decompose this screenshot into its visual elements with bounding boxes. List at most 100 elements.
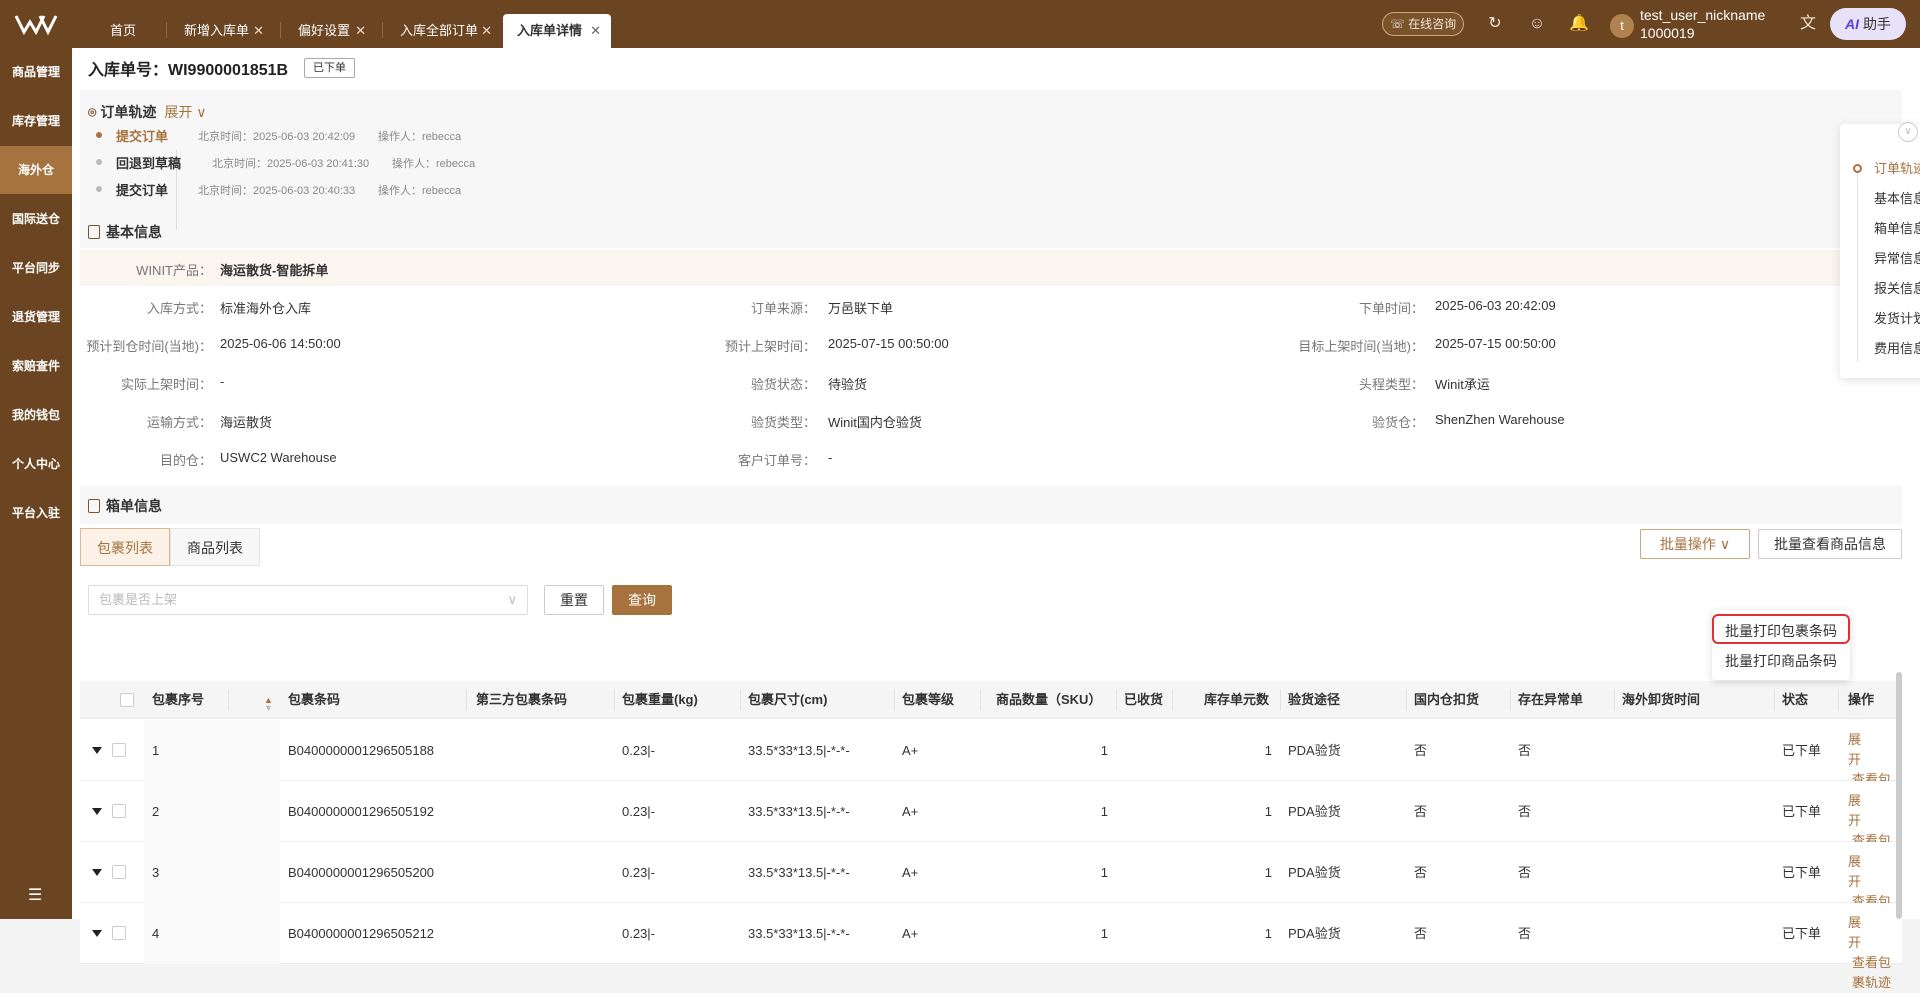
expand-toggle[interactable]: 展开 ∨ <box>164 104 206 120</box>
column-header: 海外卸货时间 <box>1622 692 1701 707</box>
sidebar-item-claims[interactable]: 索赔查件 <box>0 342 72 390</box>
anchor-customs-info[interactable]: 报关信息 <box>1874 278 1920 297</box>
chevron-down-icon: ∨ <box>196 104 207 120</box>
row-actions: 展开 查看包裹轨迹 <box>1848 913 1908 993</box>
anchor-box-info[interactable]: 箱单信息 <box>1874 218 1920 237</box>
table-row: 2 B0400000001296505192 0.23|- 33.5*33*13… <box>80 781 1902 868</box>
column-divider <box>740 689 741 711</box>
field-value: Winit国内仓验货 <box>828 415 922 430</box>
cell-qty: 1 <box>1100 926 1108 941</box>
translate-icon[interactable]: 文 <box>1798 14 1818 34</box>
cell-hold: 否 <box>1414 865 1428 880</box>
section-anchor-nav: ∨ 订单轨迹 基本信息 箱单信息 异常信息 报关信息 发货计划 费用信息 <box>1840 122 1920 378</box>
track-event: 提交订单 北京时间：2025-06-03 20:40:33 操作人：rebecc… <box>96 180 700 200</box>
cell-size: 33.5*33*13.5|-*-*- <box>748 804 850 819</box>
table-scrollbar[interactable] <box>1896 672 1902 919</box>
track-dot <box>96 186 102 192</box>
track-event-operator: 操作人：rebecca <box>392 158 476 170</box>
row-checkbox[interactable] <box>112 926 126 940</box>
cell-abnormal: 否 <box>1518 926 1532 941</box>
expand-link[interactable]: 展开 <box>1848 852 1862 892</box>
close-icon[interactable]: ✕ <box>590 14 601 48</box>
row-checkbox[interactable] <box>112 804 126 818</box>
sidebar-item-personal-center[interactable]: 个人中心 <box>0 440 72 488</box>
column-header: 操作 <box>1848 692 1875 707</box>
anchor-shipping-plan[interactable]: 发货计划 <box>1874 308 1920 327</box>
cell-barcode: B0400000001296505192 <box>288 804 435 819</box>
winit-logo-icon[interactable] <box>14 12 58 36</box>
select-all-checkbox[interactable] <box>120 693 134 707</box>
anchor-basic-info[interactable]: 基本信息 <box>1874 188 1920 207</box>
batch-operation-button[interactable]: 批量操作 ∨ <box>1640 529 1750 559</box>
sidebar: 商品管理 库存管理 海外仓 国际送仓 平台同步 退货管理 索赔查件 我的钱包 个… <box>0 48 72 919</box>
row-checkbox[interactable] <box>112 865 126 879</box>
list-icon <box>88 499 100 513</box>
expand-link[interactable]: 展开 <box>1848 791 1862 831</box>
smile-icon[interactable]: ☺ <box>1527 14 1547 34</box>
sidebar-item-inventory[interactable]: 库存管理 <box>0 97 72 145</box>
tab-goods-list[interactable]: 商品列表 <box>170 528 260 566</box>
user-info[interactable]: test_user_nickname 1000019 <box>1640 6 1765 42</box>
close-icon[interactable]: ✕ <box>253 14 264 48</box>
status-badge: 已下单 <box>304 58 355 78</box>
cell-seq: 2 <box>152 804 160 819</box>
menu-collapse-icon[interactable]: ☰ <box>28 885 42 905</box>
table-header: 包裹序号 ▲ ▼ 包裹条码 第三方包裹条码 包裹重量(kg) 包裹尺寸(cm) … <box>80 681 1902 719</box>
sidebar-item-international-delivery[interactable]: 国际送仓 <box>0 195 72 243</box>
tab-inbound-detail[interactable]: 入库单详情 ✕ <box>503 14 611 48</box>
query-button[interactable]: 查询 <box>612 585 672 615</box>
sidebar-item-products[interactable]: 商品管理 <box>0 48 72 96</box>
close-icon[interactable]: ✕ <box>481 14 492 48</box>
tab-package-list[interactable]: 包裹列表 <box>80 528 170 566</box>
shelved-filter-select[interactable]: 包裹是否上架 ∨ <box>88 585 528 615</box>
row-checkbox[interactable] <box>112 743 126 757</box>
reset-button[interactable]: 重置 <box>544 585 604 615</box>
tab-preferences[interactable]: 偏好设置 ✕ <box>284 14 376 48</box>
expand-row-icon[interactable] <box>92 930 102 937</box>
tab-all-inbound-orders[interactable]: 入库全部订单 ✕ <box>386 14 502 48</box>
cell-grade: A+ <box>902 743 919 758</box>
sidebar-item-platform-onboarding[interactable]: 平台入驻 <box>0 489 72 537</box>
sidebar-item-wallet[interactable]: 我的钱包 <box>0 391 72 439</box>
tab-home[interactable]: 首页 <box>96 14 160 48</box>
column-divider <box>1280 689 1281 711</box>
expand-row-icon[interactable] <box>92 869 102 876</box>
refresh-icon[interactable]: ↻ <box>1485 14 1505 34</box>
sidebar-item-platform-sync[interactable]: 平台同步 <box>0 244 72 292</box>
column-divider <box>1406 689 1407 711</box>
anchor-fee-info[interactable]: 费用信息 <box>1874 338 1920 357</box>
seq-cell-bg <box>144 903 280 964</box>
column-divider <box>1116 689 1117 711</box>
column-divider <box>228 689 229 711</box>
avatar[interactable]: t <box>1610 14 1634 38</box>
box-info-header: 箱单信息 <box>80 486 1902 524</box>
sidebar-item-overseas-warehouse[interactable]: 海外仓 <box>0 146 72 194</box>
close-icon[interactable]: ✕ <box>355 14 366 48</box>
anchor-order-track[interactable]: 订单轨迹 <box>1874 158 1920 177</box>
online-consult-button[interactable]: ☏ 在线咨询 <box>1382 12 1464 36</box>
field-value: - <box>828 450 833 465</box>
collapse-anchor-icon[interactable]: ∨ <box>1898 122 1918 142</box>
cell-units: 1 <box>1264 865 1272 880</box>
batch-view-goods-button[interactable]: 批量查看商品信息 <box>1758 529 1902 559</box>
batch-print-package-barcode[interactable]: 批量打印包裹条码 <box>1712 614 1850 644</box>
sidebar-item-returns[interactable]: 退货管理 <box>0 293 72 341</box>
user-id: 1000019 <box>1640 25 1695 41</box>
expand-link[interactable]: 展开 <box>1848 913 1862 953</box>
batch-print-goods-barcode[interactable]: 批量打印商品条码 <box>1712 646 1850 676</box>
view-track-link[interactable]: 查看包裹轨迹 <box>1852 953 1892 993</box>
tab-new-inbound[interactable]: 新增入库单 ✕ <box>170 14 274 48</box>
cell-qty: 1 <box>1100 804 1108 819</box>
tab-divider <box>166 22 167 38</box>
table-row: 4 B0400000001296505212 0.23|- 33.5*33*13… <box>80 903 1902 990</box>
ai-assistant-button[interactable]: AI 助手 <box>1830 8 1906 40</box>
expand-link[interactable]: 展开 <box>1848 730 1862 770</box>
expand-row-icon[interactable] <box>92 808 102 815</box>
cell-size: 33.5*33*13.5|-*-*- <box>748 926 850 941</box>
anchor-exception-info[interactable]: 异常信息 <box>1874 248 1920 267</box>
track-event: 提交订单 北京时间：2025-06-03 20:42:09 操作人：rebecc… <box>96 126 700 146</box>
expand-row-icon[interactable] <box>92 747 102 754</box>
track-event-label: 提交订单 <box>116 183 169 198</box>
bell-icon[interactable]: 🔔 <box>1569 14 1589 34</box>
column-divider <box>1774 689 1775 711</box>
